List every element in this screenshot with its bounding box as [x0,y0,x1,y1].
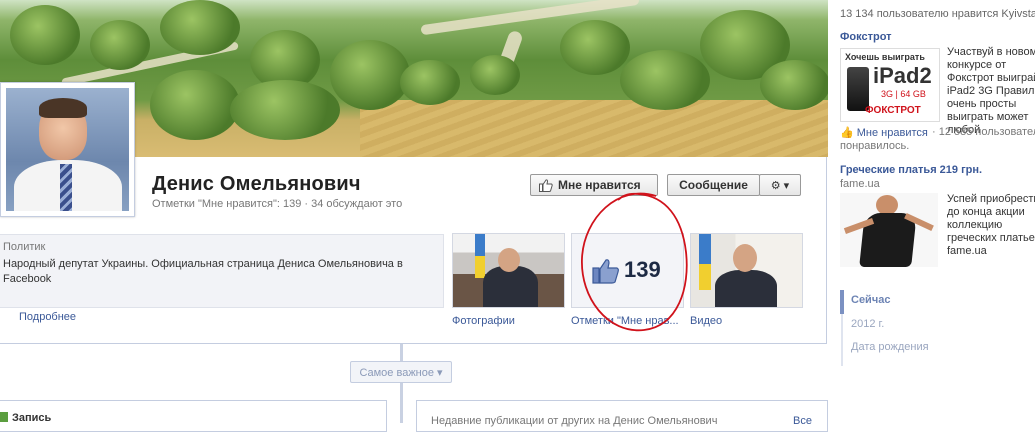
page-category: Политик [3,241,46,253]
timeline-nav-indicator [840,290,844,314]
avatar-tie [60,164,72,211]
more-info-link[interactable]: Подробнее [19,311,76,323]
ad-domain: fame.ua [840,178,880,190]
cover-tree [620,50,710,110]
photo-person-head [498,248,520,272]
right-sidebar: 13 134 пользователю нравится Kyivstar Фо… [828,0,1035,423]
ad-image-text: Хочешь выиграть [845,52,925,62]
page-stats: Отметки "Мне нравится": 139 · 34 обсужда… [152,198,403,210]
post-icon [0,412,8,422]
avatar [6,88,129,211]
timeline-nav-birth[interactable]: Дата рождения [851,341,929,353]
ad-image-brand: ФОКСТРОТ [865,105,921,116]
cover-tree [90,20,150,70]
photo-person [483,266,538,307]
cover-field [360,100,828,157]
cover-tree [760,60,828,110]
annotation-circle [581,192,688,332]
avatar-hair [39,98,87,118]
timeline-spine [400,344,403,423]
photos-tile-label[interactable]: Фотографии [452,315,515,327]
sponsored-like-line: 13 134 пользователю нравится Kyivstar [840,8,1035,20]
cover-tree [150,70,240,140]
cover-tree [10,5,80,65]
cover-tree [400,60,460,105]
recent-posts-box: Недавние публикации от других на Денис О… [416,400,828,432]
model-head [876,195,898,215]
post-composer-label: Запись [12,412,52,424]
cover-tree [470,55,520,95]
recent-posts-heading: Недавние публикации от других на Денис О… [431,415,718,427]
flag-blue [475,234,485,256]
timeline-nav-line [841,314,843,366]
cover-tree [560,20,630,75]
page-description: Народный депутат Украины. Официальная ст… [3,258,403,285]
ad-image-product: iPad2 [873,63,932,88]
cover-tree [230,80,340,140]
ad-title[interactable]: Фокстрот [840,31,892,43]
ad-body: Успей приобрести до конца акции коллекци… [947,193,1035,257]
thumbs-up-icon: 👍 [840,127,854,139]
ad-like-link[interactable]: 👍 Мне нравится [840,126,928,139]
video-tile-label[interactable]: Видео [690,315,722,327]
ad-image[interactable] [840,193,938,267]
flag-yellow [699,264,711,290]
video-person-head [733,244,757,272]
flag-yellow [475,256,485,278]
cover-tree [160,0,240,55]
sort-dropdown[interactable]: Самое важное ▾ [350,361,452,383]
thumbs-up-icon [539,178,553,192]
ad-image-spec: 3G | 64 GB [881,89,926,99]
cover-tree [330,40,410,110]
timeline-nav-now[interactable]: Сейчас [851,294,890,306]
ad-like-suffix: понравилось. [840,140,910,152]
ad-like-label: Мне нравится [856,127,928,139]
gear-menu-button[interactable]: ⚙ ▾ [759,174,801,196]
post-composer[interactable]: Запись [0,400,387,432]
timeline-nav-year[interactable]: 2012 г. [851,318,884,330]
page-title: Денис Омельянович [152,173,361,195]
see-all-link[interactable]: Все [793,415,812,427]
ad-title[interactable]: Греческие платья 219 грн. [840,164,982,176]
ad-like-count: · 12 585 пользователям [932,126,1035,138]
ad-body: Участвуй в новом конкурсе от Фокстрот вы… [947,46,1035,136]
video-tile[interactable] [690,233,803,308]
flag-blue [699,234,711,264]
ad-image[interactable]: Хочешь выиграть iPad2 3G | 64 GB ФОКСТРО… [840,48,940,122]
about-box: Политик Народный депутат Украины. Официа… [0,234,444,308]
video-person [715,270,777,307]
profile-picture[interactable] [0,82,135,217]
photos-tile[interactable] [452,233,565,308]
